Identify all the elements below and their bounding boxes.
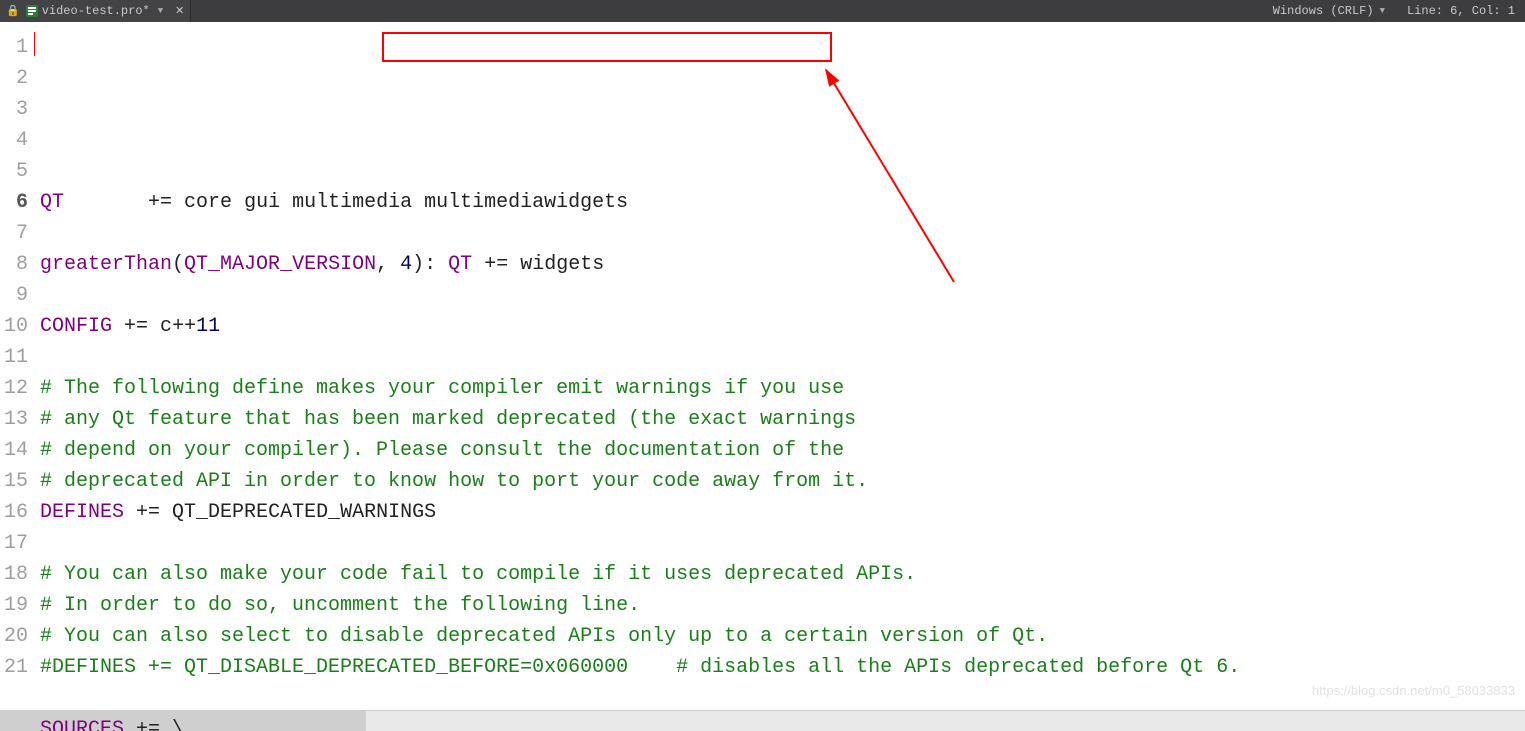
code-token: widgets xyxy=(508,253,604,276)
line-number: 9 xyxy=(0,280,28,311)
line-number: 8 xyxy=(0,249,28,280)
code-token: QT_DEPRECATED_WARNINGS xyxy=(160,501,436,524)
line-number: 5 xyxy=(0,156,28,187)
line-number: 18 xyxy=(0,559,28,590)
code-token: QT_MAJOR_VERSION xyxy=(184,253,376,276)
code-line[interactable]: # You can also select to disable depreca… xyxy=(40,621,1525,652)
code-token: greaterThan xyxy=(40,253,172,276)
line-number: 12 xyxy=(0,373,28,404)
code-token: ) xyxy=(412,253,424,276)
code-line[interactable]: # You can also make your code fail to co… xyxy=(40,559,1525,590)
file-tab[interactable]: 🔒 video-test.pro* ▼ ✕ xyxy=(0,0,191,22)
code-token: ++ xyxy=(172,315,196,338)
code-line[interactable]: greaterThan(QT_MAJOR_VERSION, 4): QT += … xyxy=(40,249,1525,280)
code-token: 4 xyxy=(400,253,412,276)
line-number: 10 xyxy=(0,311,28,342)
code-token xyxy=(112,315,124,338)
code-line[interactable]: DEFINES += QT_DEPRECATED_WARNINGS xyxy=(40,497,1525,528)
code-token: # depend on your compiler). Please consu… xyxy=(40,439,844,462)
code-token: += xyxy=(148,191,172,214)
cursor-position-label: Line: 6, Col: 1 xyxy=(1407,4,1515,18)
code-line[interactable] xyxy=(40,280,1525,311)
cursor-position[interactable]: Line: 6, Col: 1 xyxy=(1397,0,1525,22)
code-area[interactable]: QT += core gui multimedia multimediawidg… xyxy=(34,22,1525,710)
code-line[interactable] xyxy=(40,342,1525,373)
code-line[interactable]: CONFIG += c++11 xyxy=(40,311,1525,342)
line-number: 16 xyxy=(0,497,28,528)
code-line[interactable]: # The following define makes your compil… xyxy=(40,373,1525,404)
code-token: multimedia xyxy=(292,191,412,214)
code-token: gui xyxy=(232,191,292,214)
code-token: # You can also select to disable depreca… xyxy=(40,625,1048,648)
line-number: 3 xyxy=(0,94,28,125)
line-number: 13 xyxy=(0,404,28,435)
chevron-down-icon[interactable]: ▼ xyxy=(1376,6,1387,16)
editor: 123456789101112131415161718192021 QT += … xyxy=(0,22,1525,710)
line-number: 21 xyxy=(0,652,28,683)
code-token: #DEFINES += QT_DISABLE_DEPRECATED_BEFORE… xyxy=(40,656,1240,679)
code-line[interactable]: QT += core gui multimedia multimediawidg… xyxy=(40,187,1525,218)
lock-icon: 🔒 xyxy=(6,4,22,18)
code-token: # any Qt feature that has been marked de… xyxy=(40,408,856,431)
code-token: core xyxy=(172,191,232,214)
code-token xyxy=(388,253,400,276)
code-token: SOURCES xyxy=(40,718,124,731)
code-line[interactable]: #DEFINES += QT_DISABLE_DEPRECATED_BEFORE… xyxy=(40,652,1525,683)
code-token: # The following define makes your compil… xyxy=(40,377,844,400)
code-line[interactable]: # deprecated API in order to know how to… xyxy=(40,466,1525,497)
line-number: 4 xyxy=(0,125,28,156)
line-number: 6 xyxy=(0,187,28,218)
code-token xyxy=(124,501,136,524)
code-token: # You can also make your code fail to co… xyxy=(40,563,916,586)
code-token: , xyxy=(376,253,388,276)
highlight-box xyxy=(382,32,832,62)
line-number: 1 xyxy=(0,32,28,63)
code-line[interactable]: # In order to do so, uncomment the follo… xyxy=(40,590,1525,621)
code-line[interactable]: SOURCES += \ xyxy=(40,714,1525,731)
code-token: += xyxy=(136,501,160,524)
code-line[interactable]: # depend on your compiler). Please consu… xyxy=(40,435,1525,466)
code-token: += xyxy=(136,718,160,731)
code-token: QT xyxy=(448,253,472,276)
code-token: c xyxy=(148,315,172,338)
file-tab-label: video-test.pro* xyxy=(42,4,150,18)
code-token: # In order to do so, uncomment the follo… xyxy=(40,594,640,617)
code-token xyxy=(436,253,448,276)
code-token: += xyxy=(484,253,508,276)
code-token xyxy=(124,718,136,731)
line-number: 20 xyxy=(0,621,28,652)
code-token xyxy=(472,253,484,276)
line-number: 15 xyxy=(0,466,28,497)
tab-bar: 🔒 video-test.pro* ▼ ✕ Windows (CRLF) ▼ L… xyxy=(0,0,1525,22)
code-line[interactable] xyxy=(40,683,1525,714)
chevron-down-icon[interactable]: ▼ xyxy=(154,6,165,16)
line-number: 11 xyxy=(0,342,28,373)
code-line[interactable] xyxy=(40,528,1525,559)
code-token: \ xyxy=(160,718,184,731)
code-token: CONFIG xyxy=(40,315,112,338)
code-line[interactable]: # any Qt feature that has been marked de… xyxy=(40,404,1525,435)
code-token: multimediawidgets xyxy=(424,191,628,214)
code-token: += xyxy=(124,315,148,338)
encoding-label: Windows (CRLF) xyxy=(1273,4,1374,18)
line-number: 14 xyxy=(0,435,28,466)
text-cursor xyxy=(34,32,35,56)
code-token: DEFINES xyxy=(40,501,124,524)
encoding-indicator[interactable]: Windows (CRLF) ▼ xyxy=(1263,0,1397,22)
line-number: 17 xyxy=(0,528,28,559)
code-token: QT xyxy=(40,191,148,214)
gutter: 123456789101112131415161718192021 xyxy=(0,22,34,710)
code-token: ( xyxy=(172,253,184,276)
code-line[interactable] xyxy=(40,218,1525,249)
code-token: : xyxy=(424,253,436,276)
filetype-icon xyxy=(26,5,38,17)
code-token xyxy=(412,191,424,214)
line-number: 7 xyxy=(0,218,28,249)
code-token: # deprecated API in order to know how to… xyxy=(40,470,868,493)
tabbar-spacer xyxy=(191,0,1262,22)
code-token: 11 xyxy=(196,315,220,338)
line-number: 19 xyxy=(0,590,28,621)
line-number: 2 xyxy=(0,63,28,94)
close-icon[interactable]: ✕ xyxy=(169,4,184,18)
